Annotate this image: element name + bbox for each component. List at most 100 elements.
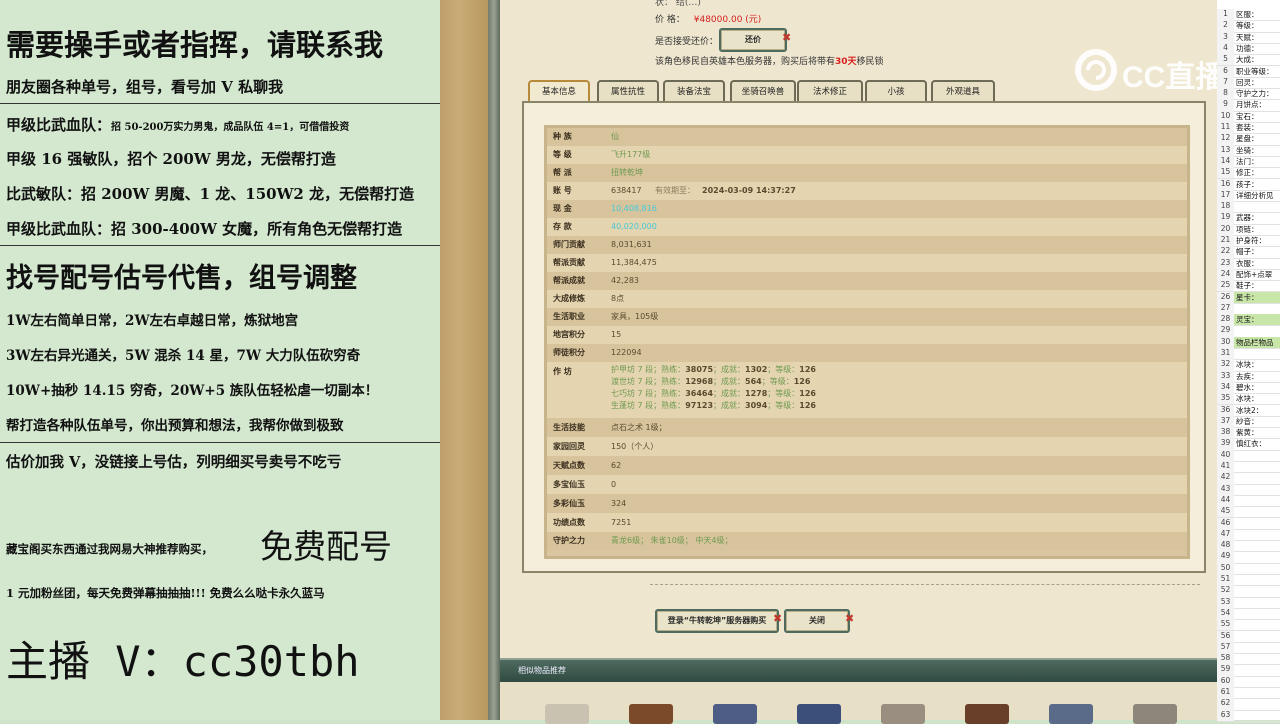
row-number: 35 bbox=[1217, 393, 1234, 405]
row-number: 3 bbox=[1217, 31, 1234, 43]
row-number: 25 bbox=[1217, 280, 1234, 292]
close-icon[interactable]: ✖ bbox=[845, 612, 854, 625]
table-row: 师徒积分 122094 bbox=[547, 344, 1187, 362]
spreadsheet-panel: 1 区服： 2 等级： 3 天赋： 4 功德： 5 大成： 6 职业等级： 7 回灵： 8 守护之力： 9 月饼点… bbox=[1217, 0, 1280, 722]
item-thumbnail[interactable] bbox=[881, 704, 925, 724]
divider bbox=[0, 103, 440, 104]
table-row: 师门贡献 8,031,631 bbox=[547, 236, 1187, 254]
cell-text: 坐骑： bbox=[1236, 145, 1259, 155]
table-row: 种 族仙 bbox=[547, 128, 1187, 146]
row-number: 52 bbox=[1217, 585, 1234, 597]
promo-line: 帮打造各种队伍单号，你出预算和想法，我帮你做到极致 bbox=[6, 418, 344, 434]
item-thumbnail[interactable] bbox=[545, 704, 589, 724]
item-thumbnail[interactable] bbox=[797, 704, 841, 724]
window-scrollbar[interactable] bbox=[488, 0, 500, 720]
close-icon[interactable]: ✖ bbox=[782, 31, 791, 44]
price-value: ¥48000.00 (元) bbox=[693, 15, 762, 25]
row-number: 63 bbox=[1217, 709, 1234, 721]
cell-text: 灵宝： bbox=[1236, 315, 1259, 325]
wood-frame bbox=[440, 0, 488, 720]
sheet-row[interactable]: 63 bbox=[1217, 709, 1280, 722]
row-number: 49 bbox=[1217, 551, 1234, 563]
cell-text: 详细分析见 bbox=[1236, 190, 1274, 200]
tab-mounts[interactable]: 坐骑召唤兽 bbox=[730, 80, 796, 103]
item-thumbnail[interactable] bbox=[1049, 704, 1093, 724]
row-number: 11 bbox=[1217, 122, 1234, 134]
divider bbox=[0, 245, 440, 246]
item-thumbnail[interactable] bbox=[965, 704, 1009, 724]
streamer-contact: 主播 V：cc30tbh bbox=[6, 637, 360, 686]
promo-line: 甲级比武血队：招 50-200万实力男鬼，成品队伍 4=1，可借借投资 bbox=[6, 116, 350, 134]
cell-text: 修正： bbox=[1236, 168, 1259, 178]
table-row: 多彩仙玉 324 bbox=[547, 494, 1187, 513]
row-number: 39 bbox=[1217, 438, 1234, 450]
row-number: 19 bbox=[1217, 212, 1234, 224]
cell-text: 帽子： bbox=[1236, 247, 1259, 257]
cell-text: 物品栏物品 bbox=[1236, 337, 1274, 347]
promo-headline: 免费配号 bbox=[260, 527, 392, 566]
cell-text: 武器： bbox=[1236, 213, 1259, 223]
item-thumbnail[interactable] bbox=[629, 704, 673, 724]
row-number: 40 bbox=[1217, 449, 1234, 461]
table-row: 存 款 40,020,000 bbox=[547, 218, 1187, 236]
trade-detail-panel: 状： 结(…) 价 格： ¥48000.00 (元) 是否接受还价： 还价 ✖ … bbox=[500, 0, 1217, 724]
row-number: 56 bbox=[1217, 630, 1234, 642]
promo-line: 甲级 16 强敏队，招个 200W 男龙，无偿帮打造 bbox=[6, 150, 336, 168]
promo-line: 甲级比武血队：招 300-400W 女魔，所有角色无偿帮打造 bbox=[6, 220, 403, 238]
row-number: 61 bbox=[1217, 687, 1234, 699]
buy-on-server-button[interactable]: 登录“牛转乾坤”服务器购买 bbox=[655, 609, 779, 633]
cell-text: 职业等级： bbox=[1236, 66, 1274, 76]
row-number: 26 bbox=[1217, 291, 1234, 303]
cell-text: 项链： bbox=[1236, 224, 1259, 234]
tab-children[interactable]: 小孩 bbox=[865, 80, 927, 103]
row-number: 29 bbox=[1217, 325, 1234, 337]
row-number: 5 bbox=[1217, 54, 1234, 66]
cell-text: 孩子： bbox=[1236, 179, 1259, 189]
promo-line: 3W左右异光通关，5W 混杀 14 星，7W 大力队伍砍穷奇 bbox=[6, 348, 361, 364]
table-row: 生活职业 家具，105级 bbox=[547, 308, 1187, 326]
promo-line: 1 元加粉丝团，每天免费弹幕抽抽抽!!! 免费么么哒卡永久蓝马 bbox=[6, 586, 325, 600]
row-number: 9 bbox=[1217, 99, 1234, 111]
table-row-workshop: 作 坊 护甲坊 7 段；熟练：38075；成就：1302；等级：126 渡世坊 … bbox=[547, 362, 1187, 418]
tab-equipment[interactable]: 装备法宝 bbox=[663, 80, 725, 103]
close-button[interactable]: 关闭 bbox=[784, 609, 850, 633]
promo-panel: 需要操手或者指挥，请联系我 朋友圈各种单号，组号，看号加 V 私聊我 甲级比武血… bbox=[0, 0, 440, 720]
cell-text: 冰块2： bbox=[1236, 405, 1264, 415]
tab-attributes[interactable]: 属性抗性 bbox=[597, 80, 659, 103]
cell-text: 衣服： bbox=[1236, 258, 1259, 268]
cell-text: 鞋子： bbox=[1236, 281, 1259, 291]
cell-text: 套装： bbox=[1236, 123, 1259, 132]
close-icon[interactable]: ✖ bbox=[773, 612, 782, 625]
cell-text: 等级： bbox=[1236, 21, 1259, 31]
info-card: 种 族仙 等 级飞升177级 帮 派扭转乾坤 账 号 638417 有效期至： 202… bbox=[522, 101, 1206, 573]
cell-text: 星盘： bbox=[1236, 134, 1259, 144]
table-row: 天赋点数 62 bbox=[547, 456, 1187, 475]
bargain-button[interactable]: 还价 bbox=[719, 28, 787, 52]
row-number: 7 bbox=[1217, 76, 1234, 89]
tab-spells[interactable]: 法术修正 bbox=[797, 80, 863, 103]
cell-text: 碧水： bbox=[1236, 382, 1259, 392]
item-thumbnail[interactable] bbox=[713, 704, 757, 724]
row-number: 12 bbox=[1217, 133, 1234, 145]
item-thumbnail[interactable] bbox=[1133, 704, 1177, 724]
workshop-line: 护甲坊 7 段；熟练：38075；成就：1302；等级：126 bbox=[611, 365, 816, 374]
status-text: 状： 结(…) bbox=[655, 0, 701, 8]
table-row: 家园回灵 150（个人） bbox=[547, 437, 1187, 456]
tab-appearance[interactable]: 外观道具 bbox=[931, 80, 995, 103]
price-row: 价 格： ¥48000.00 (元) bbox=[655, 15, 762, 25]
promo-line: 估价加我 V，没链接上号估，列明细买号卖号不吃亏 bbox=[6, 454, 342, 471]
row-number: 62 bbox=[1217, 698, 1234, 710]
promo-headline: 找号配号估号代售，组号调整 bbox=[6, 263, 357, 294]
row-number: 27 bbox=[1217, 302, 1234, 315]
cell-text: 守护之力： bbox=[1236, 89, 1274, 99]
row-number: 42 bbox=[1217, 472, 1234, 484]
cell-text: 法门： bbox=[1236, 156, 1259, 166]
row-number: 18 bbox=[1217, 201, 1234, 213]
tab-basic-info[interactable]: 基本信息 bbox=[528, 80, 590, 103]
row-number: 59 bbox=[1217, 664, 1234, 676]
table-row: 地宫积分 15 bbox=[547, 326, 1187, 344]
cell-text: 紫黄： bbox=[1236, 428, 1259, 438]
table-row: 功绩点数 7251 bbox=[547, 513, 1187, 532]
cell-text: 回灵： bbox=[1236, 77, 1259, 87]
similar-items-header: 相似物品推荐 bbox=[500, 658, 1217, 682]
